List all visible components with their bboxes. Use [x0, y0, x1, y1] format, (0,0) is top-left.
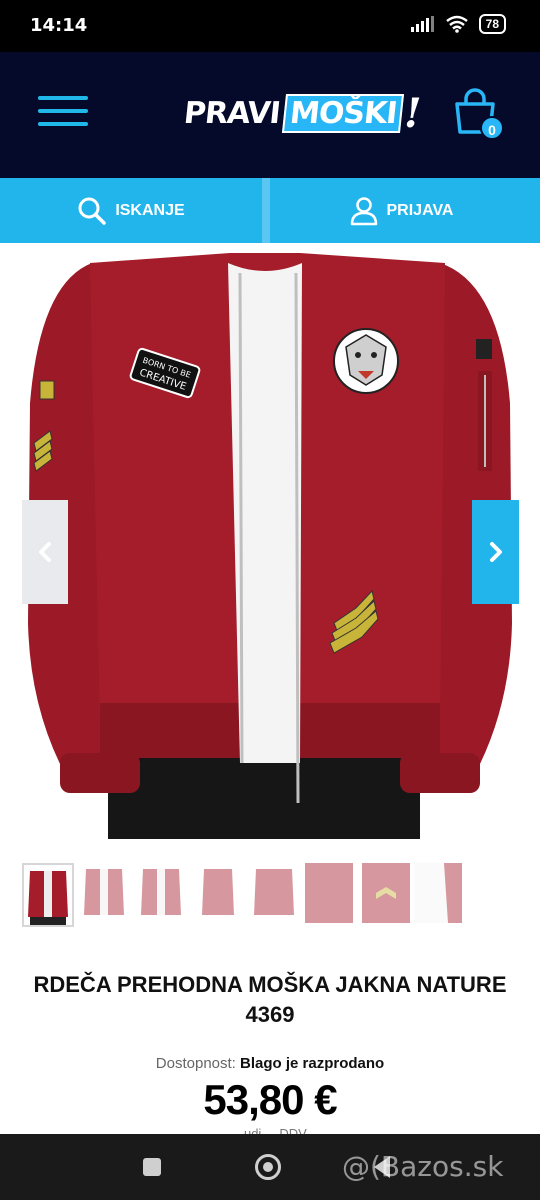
site-logo[interactable]: PRAVI MOŠKI ! — [182, 88, 422, 138]
chevron-left-icon — [39, 542, 51, 562]
site-header: PRAVI MOŠKI ! 0 — [0, 52, 540, 178]
signal-icon — [410, 16, 434, 32]
action-bar: ISKANJE PRIJAVA — [0, 178, 540, 243]
status-icons: 78 — [410, 14, 506, 34]
thumbnail-1[interactable] — [22, 863, 74, 927]
thumbnail-6[interactable] — [305, 863, 357, 927]
logo-text-exclamation: ! — [404, 89, 422, 137]
watermark: @(Bazos.sk — [342, 1150, 504, 1183]
product-main-image[interactable]: BORN TO BE CREATIVE — [0, 243, 540, 839]
logo-text-moski: MOŠKI — [281, 93, 405, 133]
thumbnail-strip — [22, 863, 522, 927]
availability-label: Dostopnost: — [155, 1055, 236, 1072]
product-price: 53,80 € — [203, 1076, 337, 1123]
search-button[interactable]: ISKANJE — [0, 178, 262, 243]
home-button[interactable] — [255, 1154, 281, 1180]
thumbnail-3[interactable] — [137, 863, 189, 927]
login-button[interactable]: PRIJAVA — [270, 178, 532, 243]
login-label: PRIJAVA — [386, 201, 454, 219]
jacket-illustration: BORN TO BE CREATIVE — [0, 243, 540, 839]
user-icon — [350, 196, 377, 225]
availability: Dostopnost: Blago je razprodano — [0, 1055, 540, 1072]
cart-count-badge: 0 — [480, 116, 504, 140]
cart-button[interactable]: 0 — [452, 88, 508, 144]
thumbnail-4[interactable] — [194, 863, 246, 927]
hamburger-menu-icon[interactable] — [38, 96, 88, 130]
thumbnail-8[interactable] — [414, 863, 466, 927]
availability-value: Blago je razprodano — [240, 1055, 385, 1072]
recents-button[interactable] — [143, 1158, 161, 1176]
thumbnail-2[interactable] — [80, 863, 132, 927]
action-divider — [262, 178, 270, 243]
logo-text-pravi: PRAVI — [182, 95, 282, 131]
battery-indicator: 78 — [478, 14, 506, 34]
status-time: 14:14 — [30, 15, 88, 36]
thumbnail-5[interactable] — [250, 863, 302, 927]
next-image-button[interactable] — [472, 500, 519, 604]
product-title: RDEČA PREHODNA MOŠKA JAKNA NATURE 4369 — [33, 972, 507, 1027]
search-label: ISKANJE — [115, 201, 185, 219]
status-bar: 14:14 78 — [0, 0, 540, 52]
search-icon — [78, 197, 107, 225]
wifi-icon — [445, 15, 468, 33]
thumbnail-7[interactable] — [362, 863, 414, 927]
prev-image-button[interactable] — [22, 500, 68, 604]
chevron-right-icon — [489, 542, 502, 562]
